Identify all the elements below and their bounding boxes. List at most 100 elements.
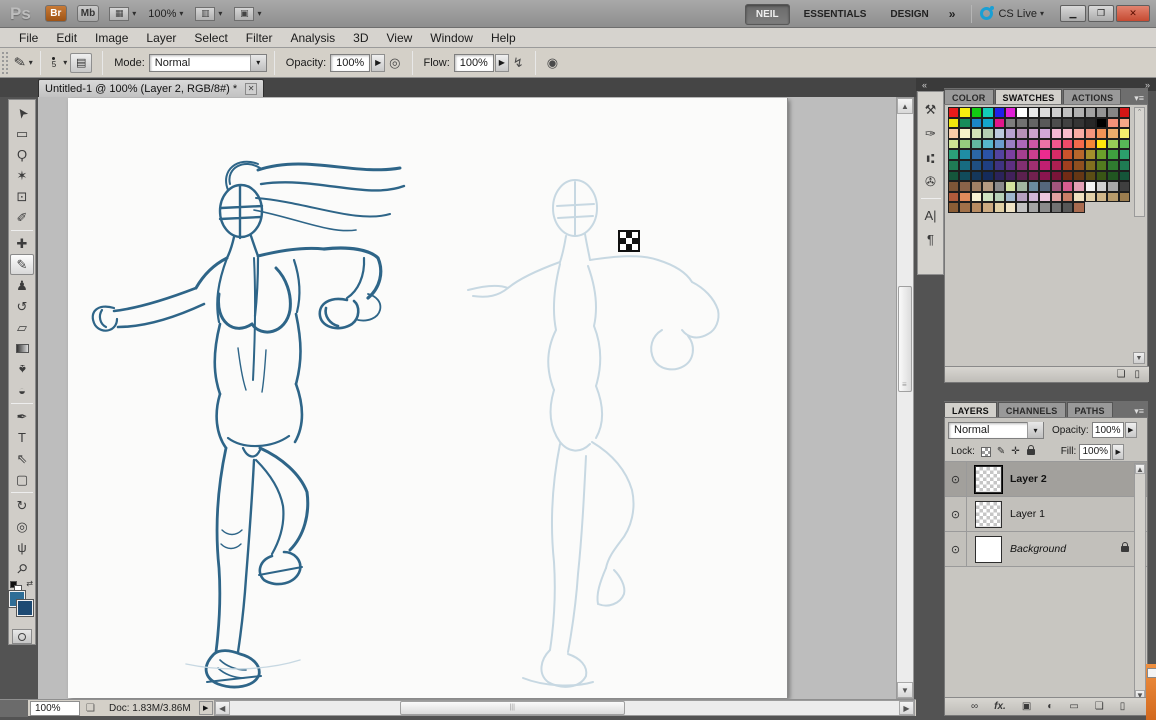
color-swatch-126[interactable] [1107, 181, 1118, 192]
color-swatch-149[interactable] [1005, 202, 1016, 213]
scroll-down-icon[interactable]: ▼ [897, 682, 913, 698]
color-swatch-129[interactable] [959, 192, 970, 203]
color-swatch-17[interactable] [959, 118, 970, 129]
color-swatch-122[interactable] [1062, 181, 1073, 192]
tablet-pressure-opacity-icon[interactable]: ◎ [389, 55, 400, 71]
mini-bridge-button[interactable]: Mb [77, 5, 99, 22]
layer-opacity-input[interactable]: 100% [1092, 422, 1124, 438]
close-button[interactable]: ✕ [1116, 5, 1150, 22]
path-selection-tool[interactable]: ⇖ [10, 448, 34, 469]
dodge-tool[interactable]: ◒ [10, 380, 34, 401]
color-swatch-52[interactable] [994, 139, 1005, 150]
color-swatch-18[interactable] [971, 118, 982, 129]
color-swatch-34[interactable] [971, 128, 982, 139]
brush-preset-picker[interactable]: 5 ▾ [48, 57, 67, 69]
color-swatch-120[interactable] [1039, 181, 1050, 192]
pen-tool[interactable]: ✒ [10, 406, 34, 427]
color-swatch-43[interactable] [1073, 128, 1084, 139]
color-swatch-88[interactable] [1039, 160, 1050, 171]
color-swatch-45[interactable] [1096, 128, 1107, 139]
opacity-slider-button[interactable]: ▶ [371, 54, 385, 72]
toggle-brush-panel-button[interactable]: ▤ [70, 53, 92, 73]
spot-healing-brush-tool[interactable]: ✚ [10, 233, 34, 254]
color-swatch-150[interactable] [1016, 202, 1027, 213]
color-swatch-102[interactable] [1016, 171, 1027, 182]
color-swatch-121[interactable] [1051, 181, 1062, 192]
default-colors-icon[interactable] [10, 581, 17, 588]
color-swatch-62[interactable] [1107, 139, 1118, 150]
status-flyout-button[interactable]: ▶ [199, 701, 213, 715]
color-swatch-104[interactable] [1039, 171, 1050, 182]
tool-presets-icon[interactable]: ⚒ [920, 98, 942, 122]
color-swatch-101[interactable] [1005, 171, 1016, 182]
color-swatch-83[interactable] [982, 160, 993, 171]
color-swatch-114[interactable] [971, 181, 982, 192]
color-swatch-28[interactable] [1085, 118, 1096, 129]
layer-style-icon[interactable]: fx. [994, 701, 1006, 712]
minimize-button[interactable]: ▁ [1060, 5, 1086, 22]
color-swatch-77[interactable] [1096, 149, 1107, 160]
eyedropper-tool[interactable]: ✐ [10, 207, 34, 228]
layers-scrollbar[interactable]: ▲ ▼ [1134, 463, 1146, 701]
color-swatch-131[interactable] [982, 192, 993, 203]
fill-input[interactable]: 100% [1079, 444, 1111, 460]
color-swatch-90[interactable] [1062, 160, 1073, 171]
color-swatch-69[interactable] [1005, 149, 1016, 160]
color-swatch-84[interactable] [994, 160, 1005, 171]
color-swatch-85[interactable] [1005, 160, 1016, 171]
color-swatch-133[interactable] [1005, 192, 1016, 203]
color-swatch-137[interactable] [1051, 192, 1062, 203]
color-swatch-123[interactable] [1073, 181, 1084, 192]
color-swatch-36[interactable] [994, 128, 1005, 139]
scroll-left-icon[interactable]: ◀ [215, 701, 230, 715]
color-swatch-72[interactable] [1039, 149, 1050, 160]
color-swatch-82[interactable] [971, 160, 982, 171]
color-swatch-118[interactable] [1016, 181, 1027, 192]
color-swatch-81[interactable] [959, 160, 970, 171]
color-swatch-19[interactable] [982, 118, 993, 129]
layer-mask-icon[interactable]: ▣ [1022, 701, 1031, 712]
blur-tool[interactable]: ♠ [10, 359, 34, 380]
fill-slider-button[interactable]: ▶ [1112, 444, 1124, 460]
scroll-up-icon[interactable]: ▲ [897, 98, 913, 114]
color-swatch-29[interactable] [1096, 118, 1107, 129]
color-swatch-13[interactable] [1096, 107, 1107, 118]
swatches-panel-menu-icon[interactable]: ▾≡ [1134, 93, 1148, 104]
color-swatch-117[interactable] [1005, 181, 1016, 192]
color-swatch-87[interactable] [1028, 160, 1039, 171]
lock-all-icon[interactable] [1027, 449, 1035, 455]
color-swatch-30[interactable] [1107, 118, 1118, 129]
color-swatch-65[interactable] [959, 149, 970, 160]
color-swatch-60[interactable] [1085, 139, 1096, 150]
color-swatch-152[interactable] [1039, 202, 1050, 213]
workspace-button-neil[interactable]: NEIL [745, 4, 790, 25]
quick-mask-button[interactable] [12, 629, 32, 644]
layers-panel-menu-icon[interactable]: ▾≡ [1134, 406, 1148, 417]
color-swatch-110[interactable] [1107, 171, 1118, 182]
menu-item-3d[interactable]: 3D [344, 29, 377, 47]
new-layer-icon[interactable]: ❏ [1095, 701, 1104, 712]
color-swatch-16[interactable] [948, 118, 959, 129]
color-swatch-12[interactable] [1085, 107, 1096, 118]
brush-presets-icon[interactable]: ✑ [920, 122, 942, 146]
color-swatch-128[interactable] [948, 192, 959, 203]
color-swatch-58[interactable] [1062, 139, 1073, 150]
color-swatch-124[interactable] [1085, 181, 1096, 192]
gradient-tool[interactable] [10, 338, 34, 359]
color-swatch-64[interactable] [948, 149, 959, 160]
color-swatch-4[interactable] [994, 107, 1005, 118]
color-swatch-145[interactable] [959, 202, 970, 213]
layers-tab-paths[interactable]: PATHS [1067, 402, 1113, 417]
color-swatch-74[interactable] [1062, 149, 1073, 160]
color-swatch-7[interactable] [1028, 107, 1039, 118]
rectangular-marquee-tool[interactable]: ▭ [10, 123, 34, 144]
color-swatch-92[interactable] [1085, 160, 1096, 171]
layer-row-layer-2[interactable]: ⊙Layer 2 [945, 462, 1147, 497]
collapse-dock-icon[interactable]: « [922, 80, 927, 90]
layer-group-icon[interactable]: ▭ [1069, 701, 1078, 712]
bridge-button[interactable]: Br [45, 5, 67, 22]
lasso-tool[interactable]: Ϙ [10, 144, 34, 165]
screen-mode-button[interactable]: ▣ ▾ [234, 7, 261, 21]
arrange-documents-button[interactable]: ▥ ▾ [195, 7, 222, 21]
delete-layer-icon[interactable]: ▯ [1120, 701, 1126, 712]
